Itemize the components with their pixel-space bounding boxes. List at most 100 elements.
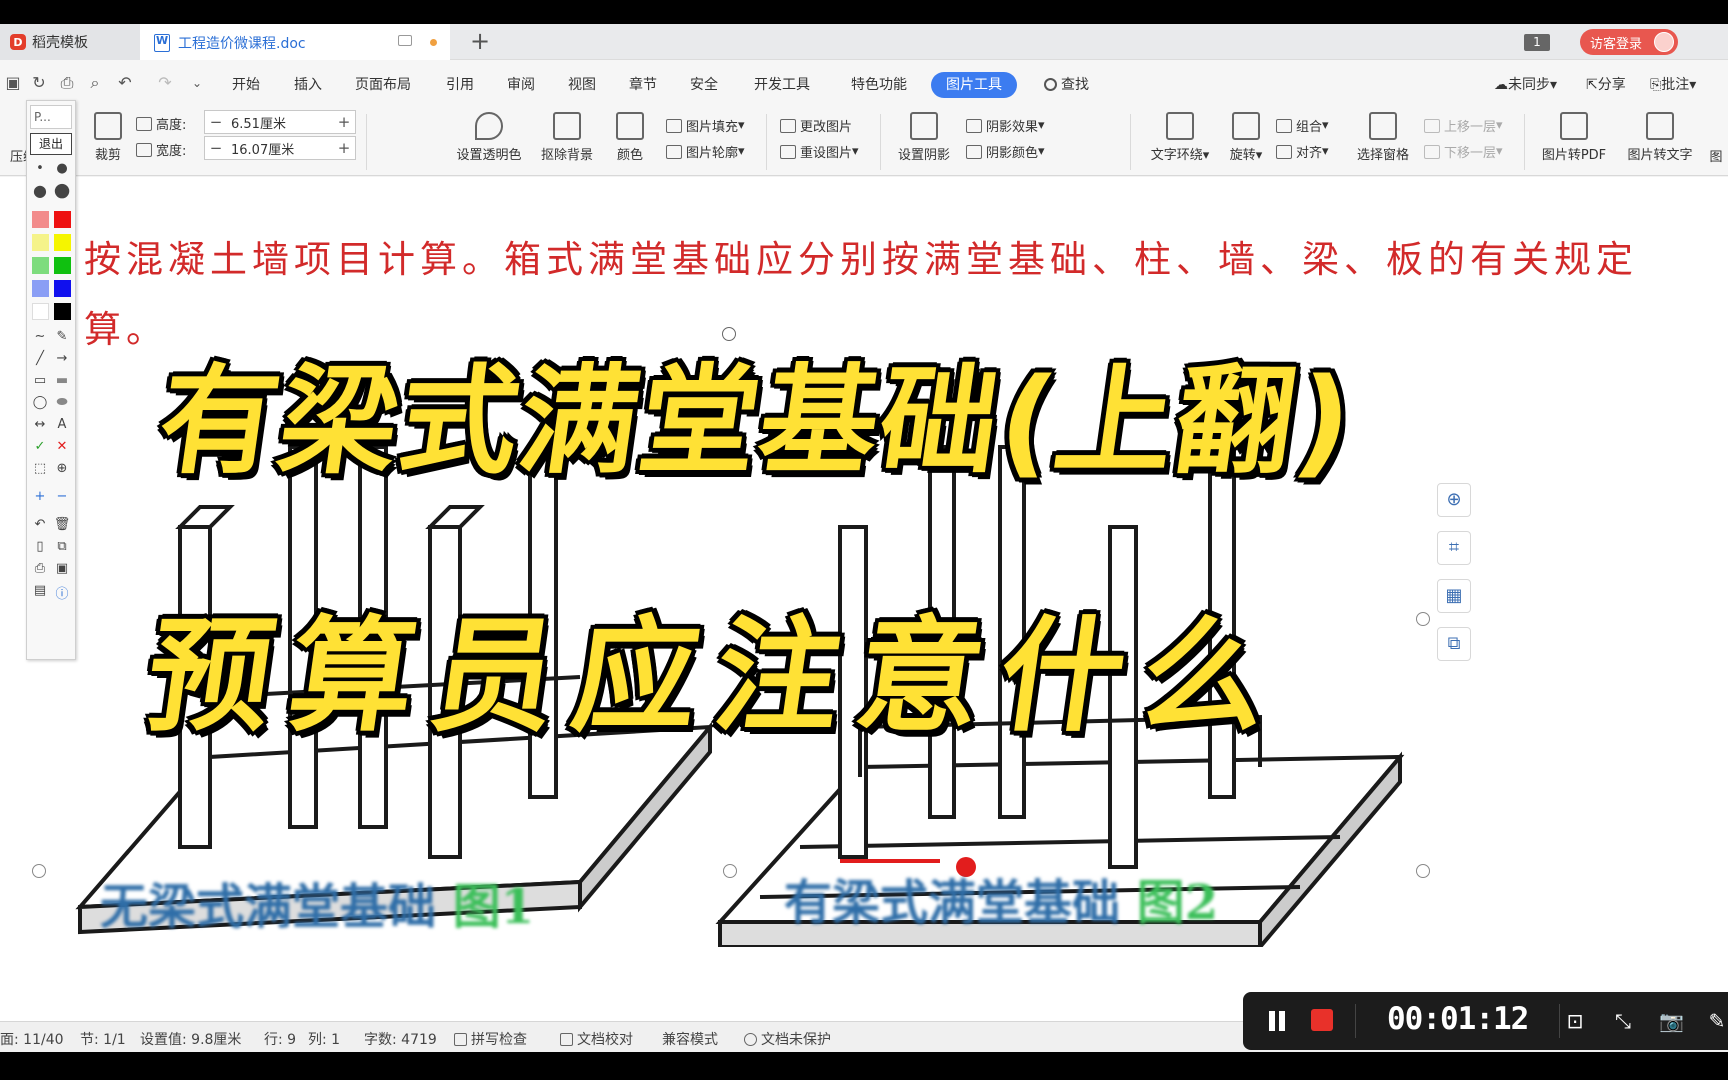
stop-record-icon[interactable] [1311,1009,1333,1031]
menu-review[interactable]: 审阅 [497,72,545,98]
print-icon[interactable]: ⎙ [58,74,76,92]
print-draw-icon[interactable]: ⎙ [30,561,50,576]
dot-xlarge-icon[interactable]: ● [52,179,72,201]
line-icon[interactable]: ╱ [30,351,50,366]
zoom-in-icon[interactable]: ⊕ [1437,483,1471,517]
share-button[interactable]: ⇱分享 [1586,72,1626,98]
swatch-light-red[interactable] [32,211,49,228]
height-decrease-button[interactable]: − [205,113,227,131]
group-button[interactable]: 组合 ▾ [1276,116,1329,135]
page-indicator[interactable]: 面: 11/40 [0,1029,64,1049]
picture-to-text-button[interactable]: 图片转文字 [1622,112,1698,163]
menu-insert[interactable]: 插入 [284,72,332,98]
menu-layout[interactable]: 页面布局 [345,72,421,98]
spell-check-button[interactable]: 拼写检查 [454,1029,527,1049]
select-area-icon[interactable]: ⬚ [30,461,50,476]
resize-handle-bottom-center[interactable] [723,864,737,878]
minus-icon[interactable]: − [52,489,72,504]
height-value[interactable]: 6.51厘米 [227,113,333,132]
palette-exit-button[interactable]: 退出 [30,133,72,155]
menu-security[interactable]: 安全 [680,72,728,98]
resize-handle-bottom-right[interactable] [1416,864,1430,878]
swatch-red[interactable] [54,211,71,228]
change-picture-button[interactable]: 更改图片 [780,116,852,135]
resize-handle-mid-right[interactable] [1416,612,1430,626]
highlighter-icon[interactable]: ✎ [52,329,72,344]
picture-outline-button[interactable]: 图片轮廓 ▾ [666,142,745,161]
menu-search[interactable]: 查找 [1034,72,1099,98]
capture-area-icon[interactable]: ⊡ [1563,1009,1587,1033]
dot-small-icon[interactable]: • [30,161,50,176]
shadow-effect-button[interactable]: 阴影效果 ▾ [966,116,1045,135]
menu-picture-tools[interactable]: 图片工具 [931,72,1017,98]
set-shadow-button[interactable]: 设置阴影 [892,112,956,163]
reset-picture-button[interactable]: 重设图片 ▾ [780,142,859,161]
crop-float-icon[interactable]: ⌗ [1437,531,1471,565]
height-stepper[interactable]: − 6.51厘米 + [204,110,356,134]
send-backward-button[interactable]: 下移一层 ▾ [1424,142,1503,161]
picture-fill-button[interactable]: 图片填充 ▾ [666,116,745,135]
redo-icon[interactable]: ↷ [156,74,174,92]
cross-icon[interactable]: ✕ [52,439,72,454]
undo-draw-icon[interactable]: ↶ [30,517,50,532]
set-transparent-button[interactable]: 设置透明色 [444,112,534,163]
format-painter-icon[interactable]: ↻ [30,74,48,92]
tab-docer-templates[interactable]: D 稻壳模板 [0,24,140,60]
customize-chevron-icon[interactable]: ⌄ [188,74,206,92]
swatch-yellow[interactable] [54,234,71,251]
swatch-white[interactable] [32,303,49,320]
width-decrease-button[interactable]: − [205,139,227,157]
menu-references[interactable]: 引用 [436,72,484,98]
shadow-color-button[interactable]: 阴影颜色 ▾ [966,142,1045,161]
freehand-icon[interactable]: ∼ [30,329,50,344]
doc-protect-button[interactable]: 文档未保护 [744,1029,831,1049]
menu-chapter[interactable]: 章节 [619,72,667,98]
trash-icon[interactable]: 🗑 [52,517,72,532]
select-float-icon[interactable]: ▦ [1437,579,1471,613]
filled-ellipse-icon[interactable]: ⬬ [52,395,72,410]
double-arrow-icon[interactable]: ↔ [30,417,50,432]
remove-background-button[interactable]: 抠除背景 [530,112,604,163]
doc-proof-button[interactable]: 文档校对 [560,1029,633,1049]
shrink-icon[interactable]: ⤡ [1611,1009,1635,1033]
rectangle-icon[interactable]: ▭ [30,373,50,388]
rotate-button[interactable]: 旋转▾ [1226,112,1266,163]
sync-status[interactable]: ☁未同步▾ [1494,72,1557,98]
text-tool-icon[interactable]: A [52,417,72,432]
camera-icon[interactable]: 📷 [1659,1009,1684,1033]
resize-handle-bottom-left[interactable] [32,864,46,878]
menu-home[interactable]: 开始 [222,72,270,98]
copy-icon[interactable]: ⧉ [52,539,72,554]
filled-rectangle-icon[interactable]: ▬ [52,373,72,388]
magnifier-icon[interactable]: ⊕ [52,461,72,476]
menu-special[interactable]: 特色功能 [841,72,917,98]
save-icon[interactable]: ▣ [4,74,22,92]
window-count-badge[interactable]: 1 [1524,34,1550,51]
monitor-icon[interactable] [398,35,412,46]
word-count[interactable]: 字数: 4719 [364,1029,437,1049]
bring-forward-button[interactable]: 上移一层 ▾ [1424,116,1503,135]
dot-medium-icon[interactable]: ● [52,161,72,176]
menu-view[interactable]: 视图 [558,72,606,98]
pause-icon[interactable] [1267,1011,1287,1031]
arrow-icon[interactable]: → [52,351,72,366]
align-button[interactable]: 对齐 ▾ [1276,142,1329,161]
swatch-light-blue[interactable] [32,280,49,297]
screen-icon[interactable]: ▤ [30,583,50,598]
new-tab-plus-icon[interactable]: + [470,27,490,55]
new-page-icon[interactable]: ▯ [30,539,50,554]
print-preview-icon[interactable]: ⌕ [86,74,104,92]
more-tools-button[interactable]: 图 [1706,146,1726,165]
palette-input[interactable]: P... [30,105,72,129]
undo-icon[interactable]: ↶ [116,74,134,92]
dot-large-icon[interactable]: ● [30,181,50,200]
color-button[interactable]: 颜色 [610,112,650,163]
pen-icon[interactable]: ✎ [1705,1009,1728,1033]
guest-login-button[interactable]: 访客登录 [1580,29,1678,55]
picture-to-pdf-button[interactable]: 图片转PDF [1536,112,1612,163]
width-stepper[interactable]: − 16.07厘米 + [204,136,356,160]
width-increase-button[interactable]: + [333,139,355,157]
info-icon[interactable]: ⓘ [52,583,72,602]
comment-button[interactable]: ⎘批注▾ [1650,72,1696,98]
swatch-light-yellow[interactable] [32,234,49,251]
